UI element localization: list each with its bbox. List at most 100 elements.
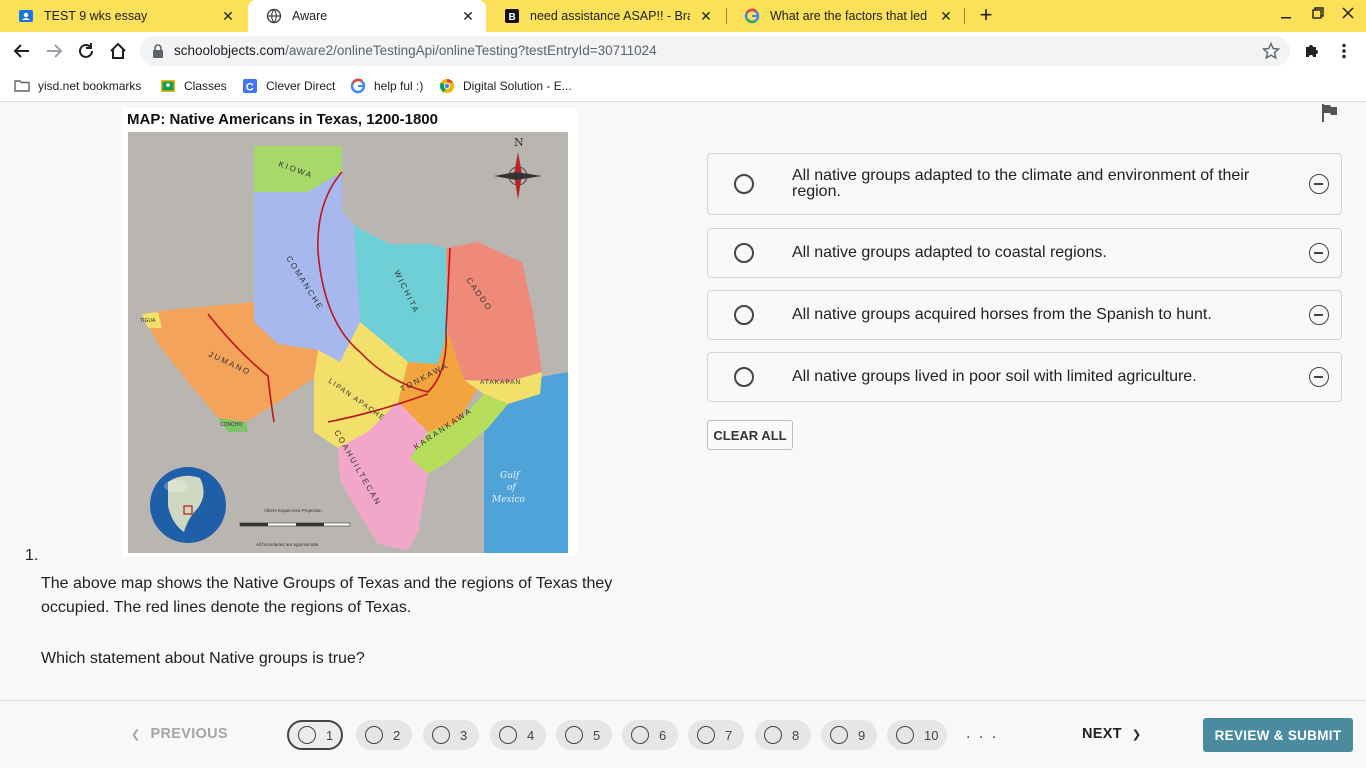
minimize-icon[interactable]	[1276, 6, 1296, 22]
clear-all-button[interactable]: CLEAR ALL	[707, 420, 793, 450]
boundary-note: All boundaries are approximate.	[256, 542, 320, 547]
page-number: 5	[593, 727, 601, 743]
page-pill-4[interactable]: 4	[490, 720, 546, 750]
answer-option-d[interactable]: All native groups lived in poor soil wit…	[707, 352, 1342, 402]
page-pill-7[interactable]: 7	[688, 720, 744, 750]
bookmark-clever[interactable]: C Clever Direct	[242, 78, 335, 94]
lock-icon	[153, 44, 163, 58]
chrome-icon	[440, 79, 454, 93]
chevron-right-icon: ❯	[1131, 729, 1142, 741]
previous-button[interactable]: ❮ PREVIOUS	[131, 726, 228, 742]
page-pill-3[interactable]: 3	[423, 720, 479, 750]
previous-label: PREVIOUS	[150, 726, 228, 742]
menu-button[interactable]	[1332, 39, 1356, 63]
radio-button[interactable]	[734, 367, 754, 387]
page-pill-2[interactable]: 2	[356, 720, 412, 750]
eliminate-option-icon[interactable]	[1309, 174, 1329, 194]
reload-button[interactable]	[74, 39, 98, 63]
close-icon[interactable]: ✕	[460, 8, 476, 25]
gulf-label-3: Mexico	[491, 495, 526, 505]
page-number: 2	[393, 727, 401, 743]
page-pill-9[interactable]: 9	[821, 720, 877, 750]
flag-icon[interactable]	[1321, 103, 1339, 123]
bookmark-digital-solution[interactable]: Digital Solution - E...	[439, 78, 572, 94]
reload-icon	[79, 43, 93, 58]
svg-text:C: C	[246, 81, 254, 93]
radio-button[interactable]	[734, 305, 754, 325]
tab-google-search[interactable]: What are the factors that led to t ✕	[726, 0, 964, 32]
url-path: /aware2/onlineTestingApi/onlineTesting?t…	[285, 43, 657, 58]
option-text: All native groups lived in poor soil wit…	[792, 368, 1197, 385]
page-pill-6[interactable]: 6	[622, 720, 678, 750]
clever-icon: C	[243, 79, 257, 93]
next-label: NEXT	[1082, 726, 1122, 742]
close-window-icon[interactable]	[1338, 6, 1358, 22]
unanswered-circle-icon	[764, 726, 782, 744]
arrow-left-icon	[13, 44, 29, 58]
unanswered-circle-icon	[631, 726, 649, 744]
page-number: 6	[659, 727, 667, 743]
close-icon[interactable]: ✕	[220, 8, 236, 25]
more-pages[interactable]: . . .	[966, 725, 998, 743]
answer-option-a[interactable]: All native groups adapted to the climate…	[707, 153, 1342, 215]
forward-button[interactable]	[42, 39, 66, 63]
answer-option-c[interactable]: All native groups acquired horses from t…	[707, 290, 1342, 340]
page-number: 3	[460, 727, 468, 743]
question-navigation: ❮ PREVIOUS 1 2 3 4 5 6 7 8 9 10 . . . NEX…	[0, 700, 1366, 768]
option-text: All native groups adapted to the climate…	[792, 167, 1250, 200]
page-pill-1[interactable]: 1	[287, 720, 343, 750]
close-icon[interactable]: ✕	[698, 8, 714, 25]
page-number: 8	[792, 727, 800, 743]
page-pill-10[interactable]: 10	[887, 720, 947, 750]
bookmark-label: yisd.net bookmarks	[38, 79, 142, 93]
kebab-menu-icon	[1342, 43, 1346, 59]
map-label-concho: CONCHO	[220, 422, 242, 428]
page-number: 9	[858, 727, 866, 743]
restore-icon[interactable]	[1308, 6, 1328, 22]
texas-map: N KIOWA COMANCHE WICHITA CADDO JUMANO LI…	[128, 132, 568, 553]
eliminate-option-icon[interactable]	[1309, 243, 1329, 263]
puzzle-icon	[1306, 45, 1318, 57]
option-text: All native groups acquired horses from t…	[792, 306, 1212, 323]
unanswered-circle-icon	[499, 726, 517, 744]
folder-icon	[14, 80, 30, 92]
unanswered-circle-icon	[896, 726, 914, 744]
home-button[interactable]	[106, 39, 130, 63]
back-button[interactable]	[10, 39, 34, 63]
next-button[interactable]: NEXT ❯	[1082, 726, 1141, 742]
review-submit-button[interactable]: REVIEW & SUBMIT	[1203, 718, 1353, 752]
eliminate-option-icon[interactable]	[1309, 367, 1329, 387]
close-icon[interactable]: ✕	[938, 8, 954, 25]
unanswered-circle-icon	[432, 726, 450, 744]
svg-text:B: B	[509, 12, 516, 23]
tab-title: need assistance ASAP!! - Brainly	[530, 9, 690, 23]
page-number: 10	[924, 727, 939, 743]
page-pill-8[interactable]: 8	[755, 720, 811, 750]
question-number: 1.	[25, 547, 39, 564]
bookmark-star-icon[interactable]	[1262, 42, 1280, 60]
page-pill-5[interactable]: 5	[556, 720, 612, 750]
answer-option-b[interactable]: All native groups adapted to coastal reg…	[707, 228, 1342, 278]
bookmark-classes[interactable]: Classes	[160, 78, 227, 94]
tab-brainly[interactable]: B need assistance ASAP!! - Brainly ✕	[486, 0, 724, 32]
bookmark-label: help ful :)	[374, 79, 424, 93]
map-title: MAP: Native Americans in Texas, 1200-180…	[127, 111, 438, 128]
address-bar[interactable]: schoolobjects.com/aware2/onlineTestingAp…	[140, 36, 1290, 66]
bookmark-yisd[interactable]: yisd.net bookmarks	[14, 78, 141, 94]
bookmark-label: Classes	[184, 79, 227, 93]
home-icon	[110, 42, 126, 59]
unanswered-circle-icon	[565, 726, 583, 744]
extensions-button[interactable]	[1300, 39, 1324, 63]
tab-aware[interactable]: Aware ✕	[248, 0, 486, 32]
eliminate-option-icon[interactable]	[1309, 305, 1329, 325]
map-label-atakapan: ATAKAPAN	[480, 379, 521, 386]
radio-button[interactable]	[734, 243, 754, 263]
tab-test-essay[interactable]: TEST 9 wks essay ✕	[0, 0, 246, 32]
new-tab-button[interactable]: +	[975, 4, 997, 27]
gulf-label-1: Gulf	[500, 471, 521, 481]
radio-button[interactable]	[734, 174, 754, 194]
bookmark-helpful[interactable]: help ful :)	[350, 78, 423, 94]
unanswered-circle-icon	[298, 726, 316, 744]
url-text: schoolobjects.com/aware2/onlineTestingAp…	[174, 43, 657, 58]
unanswered-circle-icon	[365, 726, 383, 744]
